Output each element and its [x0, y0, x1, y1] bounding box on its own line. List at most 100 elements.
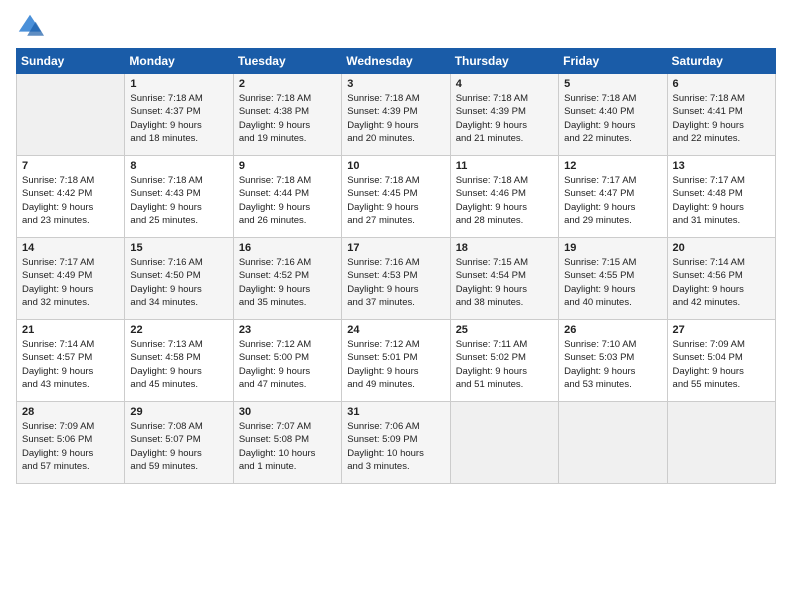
cell-content: Sunrise: 7:18 AMSunset: 4:42 PMDaylight:…	[22, 174, 119, 227]
cell-content: Sunrise: 7:08 AMSunset: 5:07 PMDaylight:…	[130, 420, 227, 473]
cell-line: and 28 minutes.	[456, 215, 524, 226]
cell-line: Daylight: 9 hours	[564, 366, 635, 377]
cell-line: Daylight: 9 hours	[239, 202, 310, 213]
cell-line: Sunrise: 7:17 AM	[564, 175, 636, 186]
cell-content: Sunrise: 7:18 AMSunset: 4:38 PMDaylight:…	[239, 92, 336, 145]
calendar-cell: 9Sunrise: 7:18 AMSunset: 4:44 PMDaylight…	[233, 156, 341, 238]
calendar-cell: 6Sunrise: 7:18 AMSunset: 4:41 PMDaylight…	[667, 74, 775, 156]
cell-line: Sunrise: 7:06 AM	[347, 421, 419, 432]
day-number: 3	[347, 78, 444, 90]
cell-line: Sunset: 4:57 PM	[22, 352, 92, 363]
cell-line: and 45 minutes.	[130, 379, 198, 390]
cell-line: and 26 minutes.	[239, 215, 307, 226]
day-number: 22	[130, 324, 227, 336]
cell-line: Sunrise: 7:17 AM	[673, 175, 745, 186]
week-row-1: 1Sunrise: 7:18 AMSunset: 4:37 PMDaylight…	[17, 74, 776, 156]
cell-line: Sunrise: 7:18 AM	[347, 175, 419, 186]
day-number: 1	[130, 78, 227, 90]
cell-content: Sunrise: 7:14 AMSunset: 4:56 PMDaylight:…	[673, 256, 770, 309]
calendar-cell: 23Sunrise: 7:12 AMSunset: 5:00 PMDayligh…	[233, 320, 341, 402]
header	[16, 12, 776, 40]
cell-content: Sunrise: 7:13 AMSunset: 4:58 PMDaylight:…	[130, 338, 227, 391]
day-number: 4	[456, 78, 553, 90]
day-number: 8	[130, 160, 227, 172]
cell-line: and 27 minutes.	[347, 215, 415, 226]
calendar-body: 1Sunrise: 7:18 AMSunset: 4:37 PMDaylight…	[17, 74, 776, 484]
calendar-cell: 15Sunrise: 7:16 AMSunset: 4:50 PMDayligh…	[125, 238, 233, 320]
cell-content: Sunrise: 7:17 AMSunset: 4:48 PMDaylight:…	[673, 174, 770, 227]
day-number: 20	[673, 242, 770, 254]
calendar-cell: 30Sunrise: 7:07 AMSunset: 5:08 PMDayligh…	[233, 402, 341, 484]
cell-line: and 53 minutes.	[564, 379, 632, 390]
cell-content: Sunrise: 7:18 AMSunset: 4:41 PMDaylight:…	[673, 92, 770, 145]
cell-line: and 32 minutes.	[22, 297, 90, 308]
cell-line: and 43 minutes.	[22, 379, 90, 390]
cell-line: Sunset: 4:42 PM	[22, 188, 92, 199]
cell-line: Sunrise: 7:08 AM	[130, 421, 202, 432]
day-number: 29	[130, 406, 227, 418]
calendar-cell: 10Sunrise: 7:18 AMSunset: 4:45 PMDayligh…	[342, 156, 450, 238]
header-cell-sunday: Sunday	[17, 49, 125, 74]
day-number: 2	[239, 78, 336, 90]
week-row-3: 14Sunrise: 7:17 AMSunset: 4:49 PMDayligh…	[17, 238, 776, 320]
cell-line: Sunrise: 7:16 AM	[130, 257, 202, 268]
cell-line: Sunrise: 7:18 AM	[130, 93, 202, 104]
cell-line: Daylight: 10 hours	[239, 448, 316, 459]
day-number: 14	[22, 242, 119, 254]
cell-line: Sunset: 4:38 PM	[239, 106, 309, 117]
day-number: 18	[456, 242, 553, 254]
cell-line: Sunset: 5:09 PM	[347, 434, 417, 445]
cell-line: Sunset: 4:45 PM	[347, 188, 417, 199]
cell-line: and 47 minutes.	[239, 379, 307, 390]
cell-line: Sunrise: 7:18 AM	[673, 93, 745, 104]
calendar-cell: 26Sunrise: 7:10 AMSunset: 5:03 PMDayligh…	[559, 320, 667, 402]
cell-line: Daylight: 9 hours	[673, 284, 744, 295]
cell-line: Daylight: 9 hours	[456, 366, 527, 377]
cell-line: Daylight: 9 hours	[347, 284, 418, 295]
calendar-cell: 22 Sunrise: 7:13 AMSunset: 4:58 PMDayligh…	[125, 320, 233, 402]
cell-content: Sunrise: 7:16 AMSunset: 4:53 PMDaylight:…	[347, 256, 444, 309]
cell-content: Sunrise: 7:07 AMSunset: 5:08 PMDaylight:…	[239, 420, 336, 473]
cell-content: Sunrise: 7:14 AMSunset: 4:57 PMDaylight:…	[22, 338, 119, 391]
cell-line: Daylight: 9 hours	[347, 202, 418, 213]
day-number: 12	[564, 160, 661, 172]
cell-line: Sunrise: 7:18 AM	[130, 175, 202, 186]
day-number: 21	[22, 324, 119, 336]
cell-content: Sunrise: 7:18 AMSunset: 4:43 PMDaylight:…	[130, 174, 227, 227]
calendar-cell: 12Sunrise: 7:17 AMSunset: 4:47 PMDayligh…	[559, 156, 667, 238]
cell-line: Sunset: 4:47 PM	[564, 188, 634, 199]
cell-line: and 34 minutes.	[130, 297, 198, 308]
header-cell-friday: Friday	[559, 49, 667, 74]
cell-line: Sunrise: 7:18 AM	[22, 175, 94, 186]
cell-content: Sunrise: 7:16 AMSunset: 4:50 PMDaylight:…	[130, 256, 227, 309]
calendar-cell: 19Sunrise: 7:15 AMSunset: 4:55 PMDayligh…	[559, 238, 667, 320]
cell-content: Sunrise: 7:17 AMSunset: 4:47 PMDaylight:…	[564, 174, 661, 227]
cell-line: Sunrise: 7:12 AM	[347, 339, 419, 350]
cell-line: Sunrise: 7:09 AM	[673, 339, 745, 350]
cell-line: and 29 minutes.	[564, 215, 632, 226]
calendar-header: SundayMondayTuesdayWednesdayThursdayFrid…	[17, 49, 776, 74]
calendar-cell: 4Sunrise: 7:18 AMSunset: 4:39 PMDaylight…	[450, 74, 558, 156]
cell-content: Sunrise: 7:09 AMSunset: 5:06 PMDaylight:…	[22, 420, 119, 473]
cell-line: Daylight: 9 hours	[130, 366, 201, 377]
cell-line: and 57 minutes.	[22, 461, 90, 472]
cell-content: Sunrise: 7:18 AM Sunset: 4:45 PM Daylight:…	[347, 174, 444, 227]
cell-line: Sunrise: 7:18 AM	[456, 93, 528, 104]
calendar-cell: 29 Sunrise: 7:08 AMSunset: 5:07 PMDayligh…	[125, 402, 233, 484]
cell-line: Daylight: 9 hours	[239, 284, 310, 295]
cell-line: Sunrise: 7:17 AM	[22, 257, 94, 268]
cell-content: Sunrise: 7:15 AMSunset: 4:55 PMDaylight:…	[564, 256, 661, 309]
cell-line: Daylight: 9 hours	[22, 448, 93, 459]
cell-line: Sunrise: 7:16 AM	[239, 257, 311, 268]
cell-line: and 49 minutes.	[347, 379, 415, 390]
header-cell-saturday: Saturday	[667, 49, 775, 74]
header-cell-monday: Monday	[125, 49, 233, 74]
cell-line: and 59 minutes.	[130, 461, 198, 472]
cell-line: Sunset: 4:52 PM	[239, 270, 309, 281]
cell-line: Daylight: 9 hours	[347, 366, 418, 377]
cell-line: and 23 minutes.	[22, 215, 90, 226]
calendar-table: SundayMondayTuesdayWednesdayThursdayFrid…	[16, 48, 776, 484]
cell-line: Sunrise: 7:10 AM	[564, 339, 636, 350]
calendar-cell: 27Sunrise: 7:09 AMSunset: 5:04 PMDayligh…	[667, 320, 775, 402]
cell-content: Sunrise: 7:12 AMSunset: 5:00 PMDaylight:…	[239, 338, 336, 391]
